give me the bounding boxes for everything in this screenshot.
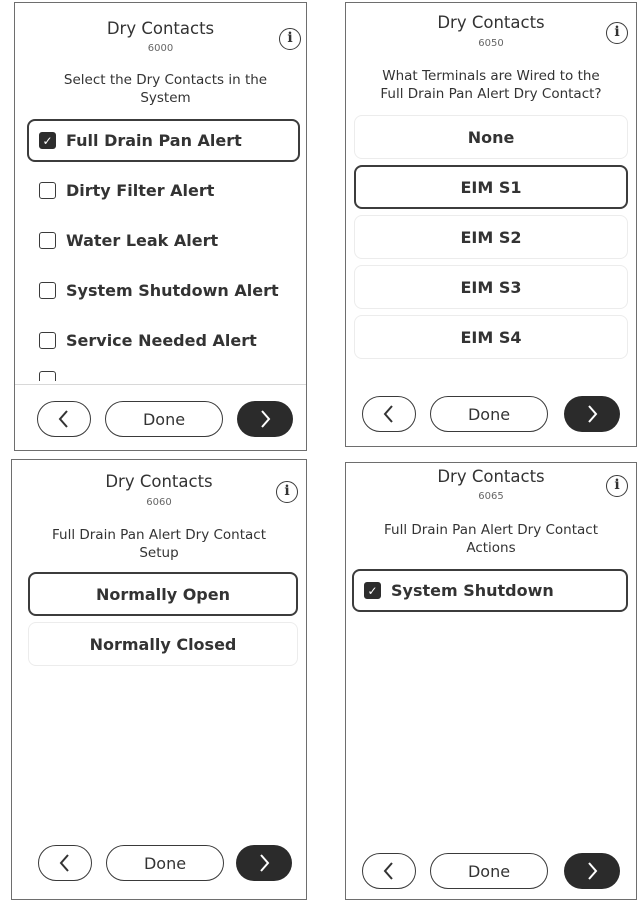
option-eim-s4[interactable]: EIM S4: [354, 315, 628, 359]
footer-navigation: Done: [346, 837, 636, 899]
question-line: Full Drain Pan Alert Dry Contact: [383, 522, 599, 538]
next-button[interactable]: [237, 401, 293, 437]
done-button[interactable]: Done: [105, 401, 223, 437]
screen-title: Dry Contacts: [437, 467, 545, 486]
chevron-left-icon: [58, 410, 68, 428]
info-icon[interactable]: i: [606, 475, 628, 497]
screen-question: What Terminals are Wired to the Full Dra…: [354, 67, 628, 103]
list-item-full-drain-pan-alert[interactable]: ✓ Full Drain Pan Alert: [27, 119, 300, 162]
question-line: Actions: [466, 540, 516, 556]
chevron-left-icon: [59, 854, 69, 872]
setup-option-list: Normally Open Normally Closed: [28, 572, 298, 672]
list-item-label: Dirty Filter Alert: [66, 181, 215, 200]
screen-code: 6050: [478, 38, 504, 49]
checkbox-icon: [39, 182, 56, 199]
next-button[interactable]: [236, 845, 292, 881]
option-eim-s1[interactable]: EIM S1: [354, 165, 628, 209]
checkbox-icon: [39, 232, 56, 249]
option-none[interactable]: None: [354, 115, 628, 159]
screen-question: Full Drain Pan Alert Dry Contact Actions: [354, 521, 628, 557]
chevron-right-icon: [588, 862, 598, 880]
list-item-label: Full Drain Pan Alert: [66, 131, 242, 150]
screen-contact-actions: Dry Contacts 6065 i Full Drain Pan Alert…: [345, 462, 637, 900]
checkbox-checked-icon: ✓: [364, 582, 381, 599]
option-normally-open[interactable]: Normally Open: [28, 572, 298, 616]
info-icon[interactable]: i: [606, 22, 628, 44]
info-icon[interactable]: i: [279, 28, 301, 50]
action-list: ✓ System Shutdown: [352, 569, 628, 619]
footer-navigation: Done: [15, 384, 306, 450]
list-item-label: Service Needed Alert: [66, 331, 257, 350]
back-button[interactable]: [362, 396, 416, 432]
chevron-right-icon: [260, 854, 270, 872]
list-item-label: System Shutdown: [391, 581, 554, 600]
next-button[interactable]: [564, 396, 620, 432]
screen-code: 6065: [478, 491, 504, 502]
list-item-service-needed-alert[interactable]: Service Needed Alert: [27, 319, 300, 362]
question-line: Setup: [139, 545, 179, 561]
screen-question: Full Drain Pan Alert Dry Contact Setup: [20, 526, 298, 562]
back-button[interactable]: [362, 853, 416, 889]
list-item-label: Water Leak Alert: [66, 231, 219, 250]
done-button[interactable]: Done: [430, 853, 548, 889]
checkbox-icon: [39, 282, 56, 299]
screen-select-dry-contacts: Dry Contacts 6000 i Select the Dry Conta…: [14, 2, 307, 451]
chevron-left-icon: [383, 862, 393, 880]
done-button[interactable]: Done: [430, 396, 548, 432]
list-item-system-shutdown[interactable]: ✓ System Shutdown: [352, 569, 628, 612]
option-eim-s2[interactable]: EIM S2: [354, 215, 628, 259]
checkbox-checked-icon: ✓: [39, 132, 56, 149]
done-button[interactable]: Done: [106, 845, 224, 881]
screen-code: 6060: [146, 497, 172, 508]
option-normally-closed[interactable]: Normally Closed: [28, 622, 298, 666]
screen-question: Select the Dry Contacts in the System: [63, 72, 268, 106]
question-line: Full Drain Pan Alert Dry Contact?: [380, 86, 602, 102]
chevron-right-icon: [588, 405, 598, 423]
list-item-label: System Shutdown Alert: [66, 281, 279, 300]
list-item-dirty-filter-alert[interactable]: Dirty Filter Alert: [27, 169, 300, 212]
screen-code: 6000: [147, 43, 174, 54]
back-button[interactable]: [37, 401, 91, 437]
screen-terminal-wiring: Dry Contacts 6050 i What Terminals are W…: [345, 2, 637, 447]
question-line: Full Drain Pan Alert Dry Contact: [51, 527, 267, 543]
screen-title: Dry Contacts: [106, 19, 215, 38]
list-item-water-leak-alert[interactable]: Water Leak Alert: [27, 219, 300, 262]
footer-navigation: Done: [12, 829, 306, 895]
info-icon[interactable]: i: [276, 481, 298, 503]
screen-title: Dry Contacts: [105, 472, 213, 491]
back-button[interactable]: [38, 845, 92, 881]
terminal-option-list: None EIM S1 EIM S2 EIM S3 EIM S4: [354, 115, 628, 365]
chevron-left-icon: [383, 405, 393, 423]
list-item-partially-visible[interactable]: [27, 369, 300, 383]
checkbox-icon: [39, 371, 56, 381]
screen-title: Dry Contacts: [437, 13, 545, 32]
question-line: What Terminals are Wired to the: [382, 68, 600, 84]
dry-contact-list: ✓ Full Drain Pan Alert Dirty Filter Aler…: [27, 119, 300, 390]
footer-navigation: Done: [346, 380, 636, 446]
list-item-system-shutdown-alert[interactable]: System Shutdown Alert: [27, 269, 300, 312]
next-button[interactable]: [564, 853, 620, 889]
checkbox-icon: [39, 332, 56, 349]
chevron-right-icon: [261, 410, 271, 428]
option-eim-s3[interactable]: EIM S3: [354, 265, 628, 309]
screen-contact-setup: Dry Contacts 6060 i Full Drain Pan Alert…: [11, 459, 307, 900]
